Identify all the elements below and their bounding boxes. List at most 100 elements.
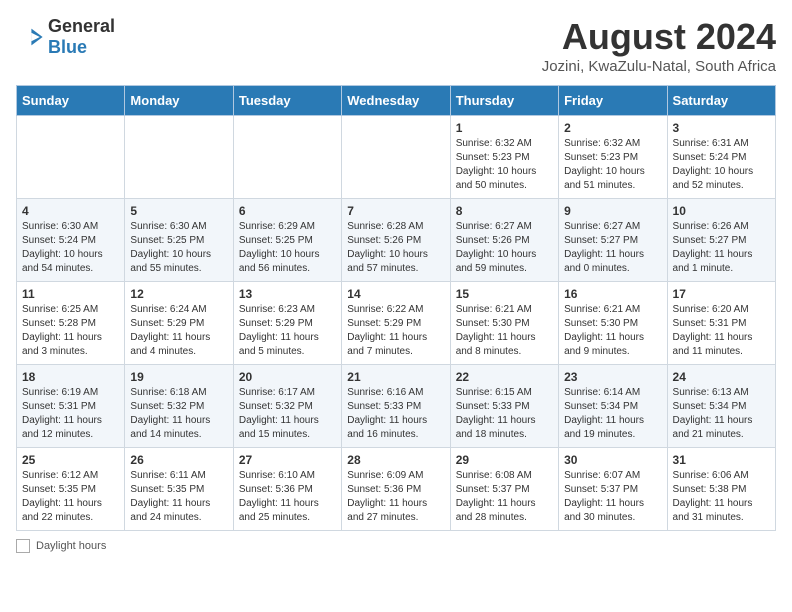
day-number: 9 — [564, 204, 661, 218]
calendar-cell: 26 Sunrise: 6:11 AM Sunset: 5:35 PM Dayli… — [125, 448, 233, 531]
calendar-table: SundayMondayTuesdayWednesdayThursdayFrid… — [16, 85, 776, 531]
calendar-cell — [342, 116, 450, 199]
day-number: 18 — [22, 370, 119, 384]
main-title: August 2024 — [542, 16, 776, 58]
day-info: Sunrise: 6:06 AM Sunset: 5:38 PM Dayligh… — [673, 469, 770, 525]
day-number: 15 — [456, 287, 553, 301]
day-number: 7 — [347, 204, 444, 218]
day-info: Sunrise: 6:26 AM Sunset: 5:27 PM Dayligh… — [673, 220, 770, 276]
calendar-cell: 18 Sunrise: 6:19 AM Sunset: 5:31 PM Dayli… — [17, 365, 125, 448]
day-number: 2 — [564, 121, 661, 135]
calendar-cell: 29Sunrise: 6:08 AM Sunset: 5:37 PM Dayli… — [450, 448, 558, 531]
calendar-cell: 21 Sunrise: 6:16 AM Sunset: 5:33 PM Dayli… — [342, 365, 450, 448]
col-header-thursday: Thursday — [450, 86, 558, 116]
day-info: Sunrise: 6:24 AM Sunset: 5:29 PM Dayligh… — [130, 303, 227, 359]
calendar-cell: 10 Sunrise: 6:26 AM Sunset: 5:27 PM Dayli… — [667, 199, 775, 282]
day-info: Sunrise: 6:23 AM Sunset: 5:29 PM Dayligh… — [239, 303, 336, 359]
calendar-cell: 17 Sunrise: 6:20 AM Sunset: 5:31 PM Dayli… — [667, 282, 775, 365]
calendar-week-row: 4Sunrise: 6:30 AM Sunset: 5:24 PM Daylig… — [17, 199, 776, 282]
calendar-cell: 3Sunrise: 6:31 AM Sunset: 5:24 PM Daylig… — [667, 116, 775, 199]
col-header-tuesday: Tuesday — [233, 86, 341, 116]
logo-icon — [16, 23, 44, 51]
day-info: Sunrise: 6:21 AM Sunset: 5:30 PM Dayligh… — [564, 303, 661, 359]
day-number: 11 — [22, 287, 119, 301]
day-number: 24 — [673, 370, 770, 384]
day-info: Sunrise: 6:13 AM Sunset: 5:34 PM Dayligh… — [673, 386, 770, 442]
calendar-cell: 8 Sunrise: 6:27 AM Sunset: 5:26 PM Daylig… — [450, 199, 558, 282]
day-number: 23 — [564, 370, 661, 384]
day-number: 20 — [239, 370, 336, 384]
day-info: Sunrise: 6:20 AM Sunset: 5:31 PM Dayligh… — [673, 303, 770, 359]
calendar-cell: 30Sunrise: 6:07 AM Sunset: 5:37 PM Dayli… — [559, 448, 667, 531]
calendar-week-row: 18 Sunrise: 6:19 AM Sunset: 5:31 PM Dayli… — [17, 365, 776, 448]
day-number: 16 — [564, 287, 661, 301]
day-number: 27 — [239, 453, 336, 467]
day-info: Sunrise: 6:08 AM Sunset: 5:37 PM Dayligh… — [456, 469, 553, 525]
calendar-cell: 27Sunrise: 6:10 AM Sunset: 5:36 PM Dayli… — [233, 448, 341, 531]
day-number: 21 — [347, 370, 444, 384]
calendar-cell: 19Sunrise: 6:18 AM Sunset: 5:32 PM Dayli… — [125, 365, 233, 448]
calendar-cell — [17, 116, 125, 199]
title-area: August 2024 Jozini, KwaZulu-Natal, South… — [542, 16, 776, 75]
day-number: 13 — [239, 287, 336, 301]
logo-general-text: General — [48, 16, 115, 36]
calendar-cell: 20Sunrise: 6:17 AM Sunset: 5:32 PM Dayli… — [233, 365, 341, 448]
day-info: Sunrise: 6:32 AM Sunset: 5:23 PM Dayligh… — [564, 137, 661, 193]
calendar-cell: 5 Sunrise: 6:30 AM Sunset: 5:25 PM Daylig… — [125, 199, 233, 282]
day-info: Sunrise: 6:27 AM Sunset: 5:27 PM Dayligh… — [564, 220, 661, 276]
calendar-cell: 12 Sunrise: 6:24 AM Sunset: 5:29 PM Dayli… — [125, 282, 233, 365]
day-info: Sunrise: 6:18 AM Sunset: 5:32 PM Dayligh… — [130, 386, 227, 442]
calendar-cell: 6 Sunrise: 6:29 AM Sunset: 5:25 PM Daylig… — [233, 199, 341, 282]
day-info: Sunrise: 6:22 AM Sunset: 5:29 PM Dayligh… — [347, 303, 444, 359]
calendar-cell: 9 Sunrise: 6:27 AM Sunset: 5:27 PM Daylig… — [559, 199, 667, 282]
col-header-wednesday: Wednesday — [342, 86, 450, 116]
calendar-cell — [233, 116, 341, 199]
header: General Blue August 2024 Jozini, KwaZulu… — [16, 16, 776, 75]
calendar-cell: 31 Sunrise: 6:06 AM Sunset: 5:38 PM Dayli… — [667, 448, 775, 531]
day-number: 8 — [456, 204, 553, 218]
day-number: 6 — [239, 204, 336, 218]
day-number: 4 — [22, 204, 119, 218]
day-number: 17 — [673, 287, 770, 301]
calendar-week-row: 25Sunrise: 6:12 AM Sunset: 5:35 PM Dayli… — [17, 448, 776, 531]
day-number: 5 — [130, 204, 227, 218]
day-number: 26 — [130, 453, 227, 467]
calendar-cell: 25Sunrise: 6:12 AM Sunset: 5:35 PM Dayli… — [17, 448, 125, 531]
col-header-sunday: Sunday — [17, 86, 125, 116]
calendar-cell — [125, 116, 233, 199]
day-info: Sunrise: 6:16 AM Sunset: 5:33 PM Dayligh… — [347, 386, 444, 442]
day-number: 10 — [673, 204, 770, 218]
daylight-box-icon — [16, 539, 30, 553]
day-number: 31 — [673, 453, 770, 467]
calendar-cell: 28Sunrise: 6:09 AM Sunset: 5:36 PM Dayli… — [342, 448, 450, 531]
calendar-cell: 24 Sunrise: 6:13 AM Sunset: 5:34 PM Dayli… — [667, 365, 775, 448]
day-info: Sunrise: 6:28 AM Sunset: 5:26 PM Dayligh… — [347, 220, 444, 276]
day-info: Sunrise: 6:15 AM Sunset: 5:33 PM Dayligh… — [456, 386, 553, 442]
day-info: Sunrise: 6:30 AM Sunset: 5:25 PM Dayligh… — [130, 220, 227, 276]
calendar-week-row: 1 Sunrise: 6:32 AM Sunset: 5:23 PM Daylig… — [17, 116, 776, 199]
logo: General Blue — [16, 16, 115, 58]
col-header-saturday: Saturday — [667, 86, 775, 116]
day-info: Sunrise: 6:14 AM Sunset: 5:34 PM Dayligh… — [564, 386, 661, 442]
day-info: Sunrise: 6:21 AM Sunset: 5:30 PM Dayligh… — [456, 303, 553, 359]
col-header-monday: Monday — [125, 86, 233, 116]
day-info: Sunrise: 6:09 AM Sunset: 5:36 PM Dayligh… — [347, 469, 444, 525]
logo-blue-text: Blue — [48, 37, 87, 57]
day-info: Sunrise: 6:19 AM Sunset: 5:31 PM Dayligh… — [22, 386, 119, 442]
day-number: 1 — [456, 121, 553, 135]
calendar-cell: 1 Sunrise: 6:32 AM Sunset: 5:23 PM Daylig… — [450, 116, 558, 199]
daylight-label: Daylight hours — [36, 540, 106, 552]
day-info: Sunrise: 6:27 AM Sunset: 5:26 PM Dayligh… — [456, 220, 553, 276]
subtitle: Jozini, KwaZulu-Natal, South Africa — [542, 58, 776, 75]
day-number: 30 — [564, 453, 661, 467]
day-number: 25 — [22, 453, 119, 467]
day-number: 12 — [130, 287, 227, 301]
day-number: 3 — [673, 121, 770, 135]
calendar-cell: 22Sunrise: 6:15 AM Sunset: 5:33 PM Dayli… — [450, 365, 558, 448]
day-info: Sunrise: 6:29 AM Sunset: 5:25 PM Dayligh… — [239, 220, 336, 276]
calendar-cell: 16 Sunrise: 6:21 AM Sunset: 5:30 PM Dayli… — [559, 282, 667, 365]
day-info: Sunrise: 6:11 AM Sunset: 5:35 PM Dayligh… — [130, 469, 227, 525]
day-info: Sunrise: 6:32 AM Sunset: 5:23 PM Dayligh… — [456, 137, 553, 193]
calendar-cell: 15 Sunrise: 6:21 AM Sunset: 5:30 PM Dayli… — [450, 282, 558, 365]
calendar-cell: 2 Sunrise: 6:32 AM Sunset: 5:23 PM Daylig… — [559, 116, 667, 199]
